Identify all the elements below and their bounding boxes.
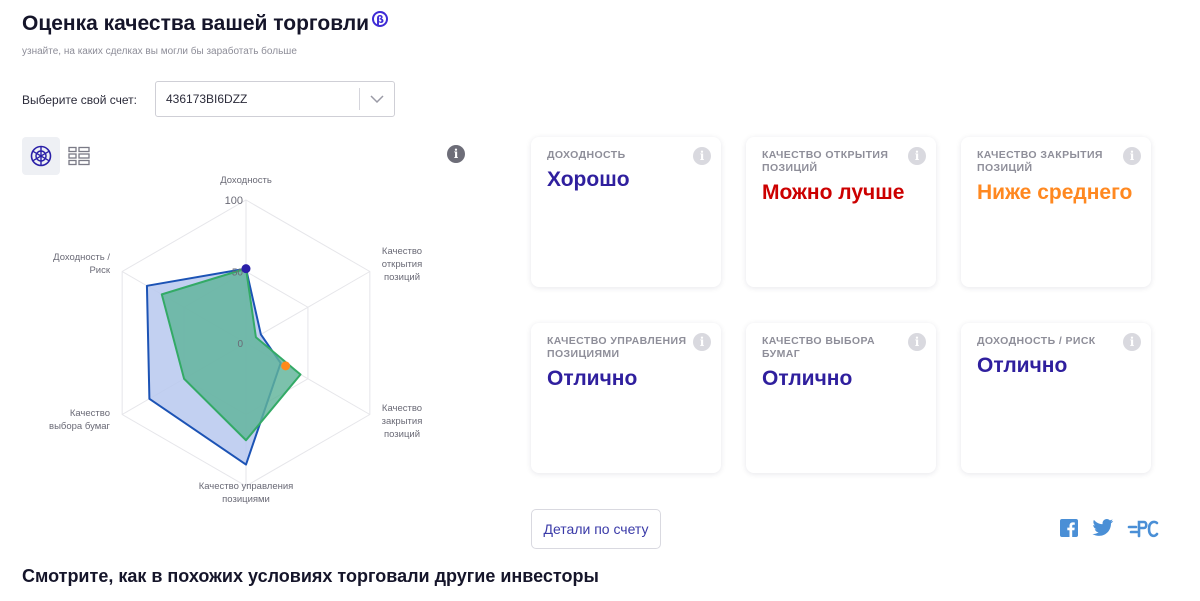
card-label: Доходность / Риск: [977, 335, 1096, 347]
card-return-risk: Доходность / Риск i Отлично: [961, 323, 1151, 473]
radar-marker: [241, 264, 251, 274]
radar-tick-label: 100: [225, 195, 243, 207]
twitter-icon[interactable]: [1092, 518, 1114, 538]
account-select-value: 436173BI6DZZ: [166, 92, 248, 106]
card-position-management: Качество управления позициями i Отлично: [531, 323, 721, 473]
card-value: Отлично: [977, 354, 1068, 377]
radar-axis-label: Качество управления позициями: [199, 481, 294, 505]
card-value: Отлично: [762, 367, 853, 390]
radar-axis-label: Качество выбора бумаг: [49, 408, 110, 432]
radar-axis-label: Качество закрытия позиций: [382, 403, 423, 440]
chevron-down-icon[interactable]: [360, 94, 394, 104]
page-subtitle: узнайте, на каких сделках вы могли бы за…: [22, 46, 297, 57]
tradingview-icon[interactable]: [1127, 518, 1159, 538]
card-stock-selection: Качество выбора бумаг i Отлично: [746, 323, 936, 473]
card-label: Качество управления позициями: [547, 335, 687, 360]
card-value: Хорошо: [547, 168, 630, 191]
info-icon[interactable]: i: [908, 147, 926, 165]
card-label: Доходность: [547, 149, 626, 161]
card-label: Качество закрытия позиций: [977, 149, 1103, 174]
radar-axis-label: Доходность / Риск: [53, 252, 111, 276]
info-icon[interactable]: i: [693, 333, 711, 351]
radar-axis-label: Качество открытия позиций: [382, 246, 423, 283]
card-returns: Доходность i Хорошо: [531, 137, 721, 287]
info-icon[interactable]: i: [447, 145, 465, 163]
card-label: Качество открытия позиций: [762, 149, 889, 174]
card-exit-quality: Качество закрытия позиций i Ниже среднег…: [961, 137, 1151, 287]
page-title: Оценка качества вашей торговли β: [22, 11, 389, 36]
card-label: Качество выбора бумаг: [762, 335, 875, 360]
info-icon[interactable]: i: [908, 333, 926, 351]
radar-tick-label: 0: [237, 339, 243, 350]
card-value: Ниже среднего: [977, 181, 1133, 204]
list-view-icon: [68, 146, 90, 166]
account-details-button[interactable]: Детали по счету: [531, 509, 661, 549]
radar-axis-label: Доходность: [220, 175, 272, 186]
beta-badge-icon: β: [372, 11, 389, 27]
info-icon[interactable]: i: [693, 147, 711, 165]
radar-marker: [281, 361, 291, 371]
account-select[interactable]: 436173BI6DZZ: [155, 81, 395, 117]
account-select-label: Выберите свой счет:: [22, 93, 137, 107]
card-value: Можно лучше: [762, 181, 905, 204]
page-title-text: Оценка качества вашей торговли: [22, 12, 370, 35]
card-value: Отлично: [547, 367, 638, 390]
radar-chart: 100500ДоходностьКачество открытия позицийК…: [49, 175, 423, 505]
card-entry-quality: Качество открытия позиций i Можно лучше: [746, 137, 936, 287]
radar-chart-icon: [30, 145, 52, 167]
section-title: Смотрите, как в похожих условиях торгова…: [22, 566, 599, 586]
info-icon[interactable]: i: [1123, 333, 1141, 351]
facebook-icon[interactable]: [1059, 518, 1079, 538]
info-icon[interactable]: i: [1123, 147, 1141, 165]
